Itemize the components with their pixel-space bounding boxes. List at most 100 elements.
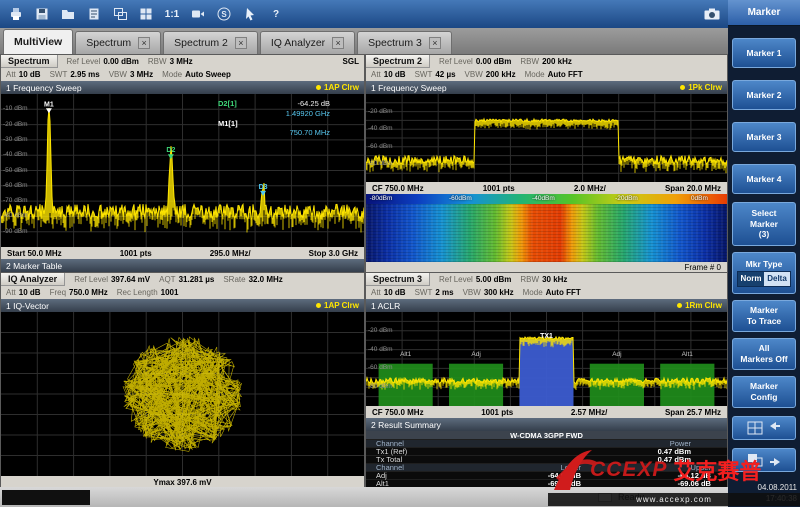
tab-label: MultiView [14, 36, 62, 48]
multiview-area: Spectrum Ref Level0.00 dBm RBW3 MHz SGL … [0, 54, 728, 487]
split-view-icon[interactable] [134, 2, 158, 26]
result-summary-table: W-CDMA 3GPP FWD ChannelPower Tx1 (Ref)0.… [366, 431, 727, 488]
window-title: 1 ACLR [371, 301, 400, 311]
quadrant-spectrum-2[interactable]: Spectrum 2 Ref Level0.00 dBm RBW200 kHz … [365, 54, 728, 272]
tab-label: IQ Analyzer [271, 37, 325, 49]
mkr-type-toggle: Norm Delta [737, 271, 791, 287]
frequency-sweep-graph-2[interactable]: -20 dBm-40 dBm-60 dBm-80 dBm [366, 94, 727, 182]
panel-tab-spectrum-2[interactable]: Spectrum 2 [366, 55, 430, 68]
softkey-marker-4[interactable]: Marker 4 [732, 164, 796, 194]
softkey-marker-config[interactable]: MarkerConfig [732, 376, 796, 408]
y-axis-label: -60 dBm [368, 144, 393, 151]
axis-span: Span 20.0 MHz [665, 184, 721, 193]
close-icon[interactable]: × [138, 37, 150, 49]
spectrogram[interactable] [366, 204, 727, 262]
srate: SRate32.0 MHz [223, 274, 282, 285]
sweep-indicator [598, 493, 612, 502]
mkr-type-delta[interactable]: Delta [764, 272, 790, 286]
spectrogram-colorbar: -80dBm-60dBm-40dBm-20dBm0dBm [366, 194, 727, 204]
window-arrange-button[interactable] [732, 448, 796, 472]
tab-spectrum[interactable]: Spectrum× [75, 31, 161, 54]
aclr-graph[interactable]: -20 dBm-40 dBm-60 dBm-80 dBmAlt1AdjTX1Ad… [366, 312, 727, 406]
aclr-trace-canvas [366, 312, 727, 406]
colorbar-label: 0dBm [691, 195, 708, 202]
panel-tab-spectrum-3[interactable]: Spectrum 3 [366, 273, 430, 286]
cursor-icon[interactable] [238, 2, 262, 26]
x-axis-row: Start 50.0 MHz 1001 pts 295.0 MHz/ Stop … [1, 247, 364, 259]
softkey-menu-title: Marker [728, 0, 800, 26]
mkr-type-norm[interactable]: Norm [738, 272, 764, 286]
rec-length: Rec Length1001 [117, 287, 179, 298]
vbw: VBW200 kHz [465, 69, 516, 80]
axis-points: 1001 pts [481, 408, 513, 417]
save-icon[interactable] [30, 2, 54, 26]
marker-table-titlebar[interactable]: 2 Marker Table [1, 259, 364, 272]
y-axis-label: -30 dBm [3, 137, 28, 144]
quadrant-iq-analyzer[interactable]: IQ Analyzer Ref Level397.64 mV AQT31.281… [0, 272, 365, 487]
y-axis-label: -10 dBm [3, 106, 28, 113]
y-axis-label: -20 dBm [368, 109, 393, 116]
axis-stop: Stop 3.0 GHz [309, 249, 358, 258]
y-axis-label: -80 dBm [3, 213, 28, 220]
time-label: 17:40:38 [731, 494, 797, 504]
ref-level: Ref Level397.64 mV [74, 274, 150, 285]
window-title: 1 Frequency Sweep [6, 83, 82, 93]
quadrant-spectrum-3[interactable]: Spectrum 3 Ref Level5.00 dBm RBW30 kHz A… [365, 272, 728, 487]
camera-icon[interactable] [700, 2, 724, 26]
windows-icon[interactable] [108, 2, 132, 26]
close-icon[interactable]: × [235, 37, 247, 49]
video-icon[interactable] [186, 2, 210, 26]
softkey-all-markers-off[interactable]: AllMarkers Off [732, 338, 796, 370]
trace-legend: 1Pk Clrw [680, 83, 722, 92]
help-icon[interactable]: ? [264, 2, 288, 26]
tab-label: Spectrum 3 [368, 37, 422, 49]
window-titlebar: 1 Frequency Sweep 1AP Clrw [1, 81, 364, 94]
tab-iq-analyzer[interactable]: IQ Analyzer × [260, 31, 355, 54]
print-icon[interactable] [4, 2, 28, 26]
close-icon[interactable]: × [332, 37, 344, 49]
y-axis-label: -80 dBm [368, 384, 393, 391]
swt: SWT2 ms [415, 287, 454, 298]
sequencer-icon[interactable]: S [212, 2, 236, 26]
axis-per-div: 2.0 MHz/ [574, 184, 606, 193]
quadrant-spectrum[interactable]: Spectrum Ref Level0.00 dBm RBW3 MHz SGL … [0, 54, 365, 272]
open-file-icon[interactable] [56, 2, 80, 26]
softkey-marker-to-trace[interactable]: MarkerTo Trace [732, 300, 796, 332]
y-axis-label: -20 dBm [368, 328, 393, 335]
y-axis-label: -60 dBm [3, 183, 28, 190]
swt: SWT42 µs [415, 69, 456, 80]
softkey-marker-1[interactable]: Marker 1 [732, 38, 796, 68]
mode: ModeAuto FFT [525, 69, 583, 80]
close-icon[interactable]: × [429, 37, 441, 49]
date-label: 04.08.2011 [731, 483, 797, 493]
channel-tabbar: MultiView Spectrum× Spectrum 2× IQ Analy… [0, 28, 728, 54]
panel-tab-spectrum[interactable]: Spectrum [1, 55, 58, 68]
display-config-button[interactable] [732, 416, 796, 440]
datetime-display: 04.08.2011 17:40:38 [731, 483, 797, 504]
tab-spectrum-3[interactable]: Spectrum 3 × [357, 31, 452, 54]
mode: ModeAuto Sweep [162, 69, 231, 80]
sgl-flag: SGL [343, 57, 359, 66]
zoom-1-1-icon[interactable]: 1:1 [160, 2, 184, 26]
trace-legend: 1AP Clrw [316, 83, 359, 92]
panel-tab-iq-analyzer[interactable]: IQ Analyzer [1, 273, 65, 286]
iq-vector-graph[interactable] [1, 312, 364, 476]
channel-label: Alt1 [400, 351, 411, 358]
softkey-marker-2[interactable]: Marker 2 [732, 80, 796, 110]
mode: ModeAuto FFT [523, 287, 581, 298]
report-icon[interactable] [82, 2, 106, 26]
softkey-marker-3[interactable]: Marker 3 [732, 122, 796, 152]
frequency-sweep-graph[interactable]: M1D2D3 D2[1]-64.25 dB 1.49920 GHz M1[1] … [1, 94, 364, 247]
window-titlebar: 1 Frequency Sweep 1Pk Clrw [366, 81, 727, 94]
toolbar: 1:1 S ? [0, 0, 728, 28]
window-titlebar: 1 ACLR 1Rm Clrw [366, 299, 727, 312]
spectrum3-header: Spectrum 3 Ref Level5.00 dBm RBW30 kHz A… [366, 273, 727, 299]
frame-counter: Frame # 0 [685, 263, 721, 272]
result-summary-titlebar[interactable]: 2 Result Summary [366, 418, 727, 431]
softkey-select-marker[interactable]: SelectMarker(3) [732, 202, 796, 246]
tab-spectrum-2[interactable]: Spectrum 2× [163, 31, 258, 54]
tab-multiview[interactable]: MultiView [3, 29, 73, 54]
softkey-mkr-type[interactable]: Mkr Type Norm Delta [732, 252, 796, 294]
softkey-sidebar: Marker Marker 1 Marker 2 Marker 3 Marker… [728, 0, 800, 507]
arrow-right-icon [768, 453, 782, 467]
